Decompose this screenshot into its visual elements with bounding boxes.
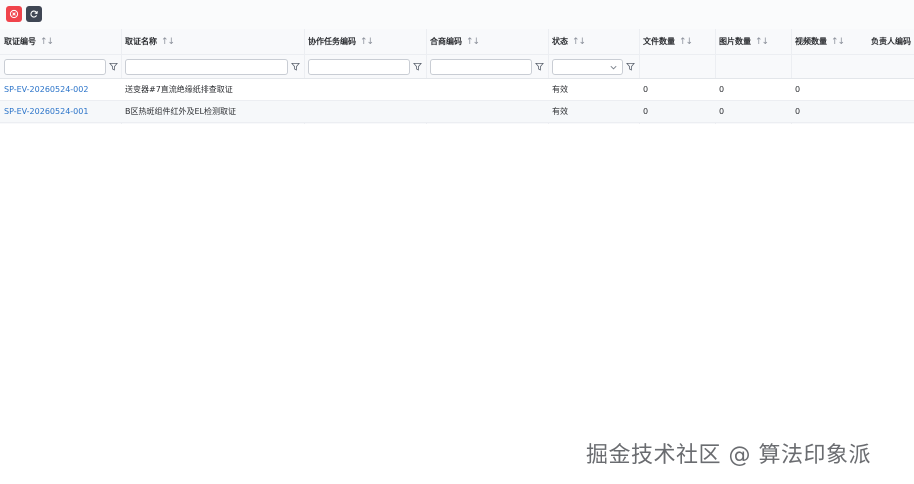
column-header-label: 图片数量 (719, 37, 751, 46)
column-header-image-count[interactable]: 图片数量 ↑↓ (719, 29, 769, 54)
column-header-merchant-code[interactable]: 合商编码 ↑↓ (430, 29, 480, 54)
sort-icon[interactable]: ↑↓ (40, 37, 54, 47)
video-count-cell: 0 (795, 85, 801, 94)
table-row[interactable]: SP-EV-20260524-001 B区热斑组件红外及EL检测取证 有效 0 … (0, 101, 914, 123)
clear-filter-button[interactable] (6, 6, 22, 22)
page: 取证编号 ↑↓ 取证名称 ↑↓ 协作任务编码 ↑↓ 合商编码 ↑↓ 状态 ↑↓ … (0, 0, 914, 484)
toolbar (0, 0, 914, 30)
status-cell: 有效 (552, 85, 568, 94)
filter-icon[interactable] (535, 62, 544, 71)
close-circle-icon (9, 9, 19, 19)
filter-icon[interactable] (413, 62, 422, 71)
sort-icon[interactable]: ↑↓ (831, 37, 845, 47)
column-header-owner-code[interactable]: 负责人编码 (871, 29, 911, 54)
sort-icon[interactable]: ↑↓ (466, 37, 480, 47)
table-row[interactable]: SP-EV-20260524-002 送变器#7直流绝缘纸排查取证 有效 0 0… (0, 79, 914, 101)
status-cell: 有效 (552, 107, 568, 116)
sort-icon[interactable]: ↑↓ (572, 37, 586, 47)
filter-icon[interactable] (291, 62, 300, 71)
column-header-label: 文件数量 (643, 37, 675, 46)
column-header-label: 取证名称 (125, 37, 157, 46)
refresh-icon (30, 10, 38, 18)
chevron-down-icon (610, 65, 617, 70)
column-header-evidence-code[interactable]: 取证编号 ↑↓ (4, 29, 54, 54)
evidence-name-cell: B区热斑组件红外及EL检测取证 (125, 107, 236, 116)
column-header-label: 取证编号 (4, 37, 36, 46)
sort-icon[interactable]: ↑↓ (679, 37, 693, 47)
refresh-button[interactable] (26, 6, 42, 22)
merchant-code-filter-input[interactable] (430, 59, 532, 75)
evidence-name-filter-input[interactable] (125, 59, 288, 75)
evidence-code-link[interactable]: SP-EV-20260524-001 (4, 101, 88, 122)
file-count-cell: 0 (643, 107, 649, 116)
column-header-evidence-name[interactable]: 取证名称 ↑↓ (125, 29, 175, 54)
sort-icon[interactable]: ↑↓ (360, 37, 374, 47)
filter-row (0, 54, 914, 79)
watermark: 掘金技术社区 @ 算法印象派 (586, 443, 871, 468)
filter-icon[interactable] (109, 62, 118, 71)
task-code-filter-input[interactable] (308, 59, 410, 75)
video-count-cell: 0 (795, 107, 801, 116)
column-header-task-code[interactable]: 协作任务编码 ↑↓ (308, 29, 374, 54)
column-header-label: 负责人编码 (871, 37, 911, 46)
sort-icon[interactable]: ↑↓ (161, 37, 175, 47)
sort-icon[interactable]: ↑↓ (755, 37, 769, 47)
column-header-video-count[interactable]: 视频数量 ↑↓ (795, 29, 845, 54)
column-header-label: 视频数量 (795, 37, 827, 46)
column-header-label: 协作任务编码 (308, 37, 356, 46)
table-header-row: 取证编号 ↑↓ 取证名称 ↑↓ 协作任务编码 ↑↓ 合商编码 ↑↓ 状态 ↑↓ … (0, 29, 914, 54)
column-header-file-count[interactable]: 文件数量 ↑↓ (643, 29, 693, 54)
evidence-code-link[interactable]: SP-EV-20260524-002 (4, 79, 88, 100)
status-filter-select[interactable] (552, 59, 623, 75)
file-count-cell: 0 (643, 85, 649, 94)
column-header-status[interactable]: 状态 ↑↓ (552, 29, 586, 54)
column-header-label: 合商编码 (430, 37, 462, 46)
evidence-code-filter-input[interactable] (4, 59, 106, 75)
image-count-cell: 0 (719, 85, 725, 94)
column-header-label: 状态 (552, 37, 568, 46)
filter-icon[interactable] (626, 62, 635, 71)
image-count-cell: 0 (719, 107, 725, 116)
evidence-name-cell: 送变器#7直流绝缘纸排查取证 (125, 85, 233, 94)
